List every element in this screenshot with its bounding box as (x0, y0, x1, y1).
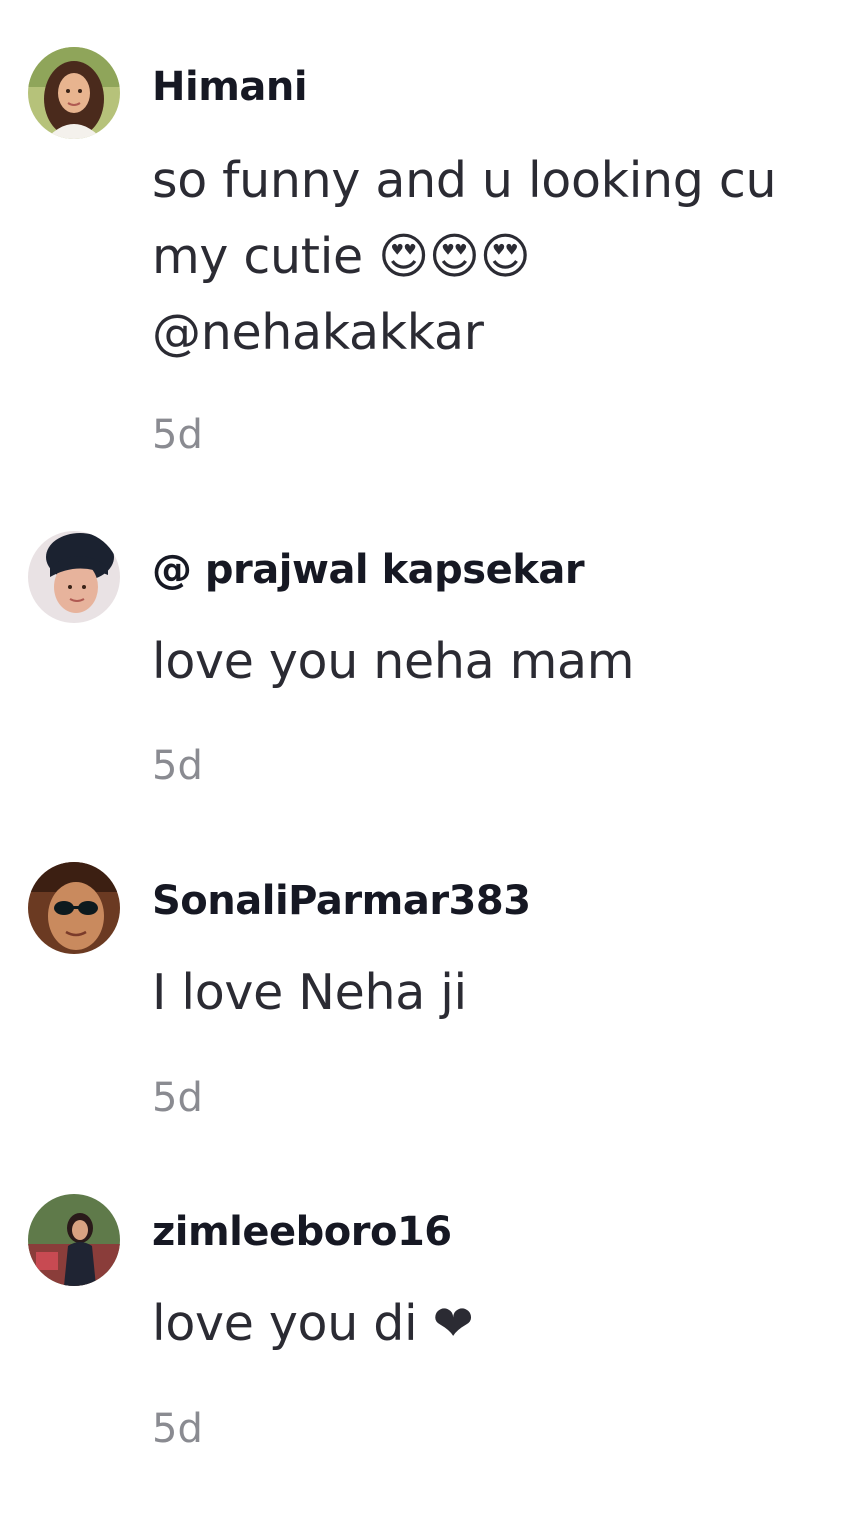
avatar[interactable] (28, 531, 120, 623)
comment-username[interactable]: SonaliParmar383 (152, 878, 531, 924)
avatar[interactable] (28, 47, 120, 139)
comment-username[interactable]: zimleeboro16 (152, 1209, 452, 1255)
comment-timestamp: 5d (152, 1075, 203, 1121)
comment-text: so funny and u looking cu my cutie 😍😍😍 @… (152, 152, 777, 361)
comment-text: I love Neha ji (152, 964, 467, 1021)
comment-timestamp: 5d (152, 743, 203, 789)
avatar-photo-woman-icon (28, 1194, 120, 1286)
comment-username[interactable]: @ prajwal kapsekar (152, 547, 585, 593)
avatar[interactable] (28, 1194, 120, 1286)
avatar-photo-person-icon (28, 531, 120, 623)
comment-timestamp: 5d (152, 1406, 203, 1452)
avatar-photo-sunglasses-icon (28, 862, 120, 954)
avatar-photo-woman-icon (28, 47, 120, 139)
comment-timestamp: 5d (152, 412, 203, 458)
comment-text: love you di ❤ (152, 1295, 474, 1352)
avatar[interactable] (28, 862, 120, 954)
comment-username[interactable]: Himani (152, 64, 308, 110)
comment-text: love you neha mam (152, 633, 635, 690)
